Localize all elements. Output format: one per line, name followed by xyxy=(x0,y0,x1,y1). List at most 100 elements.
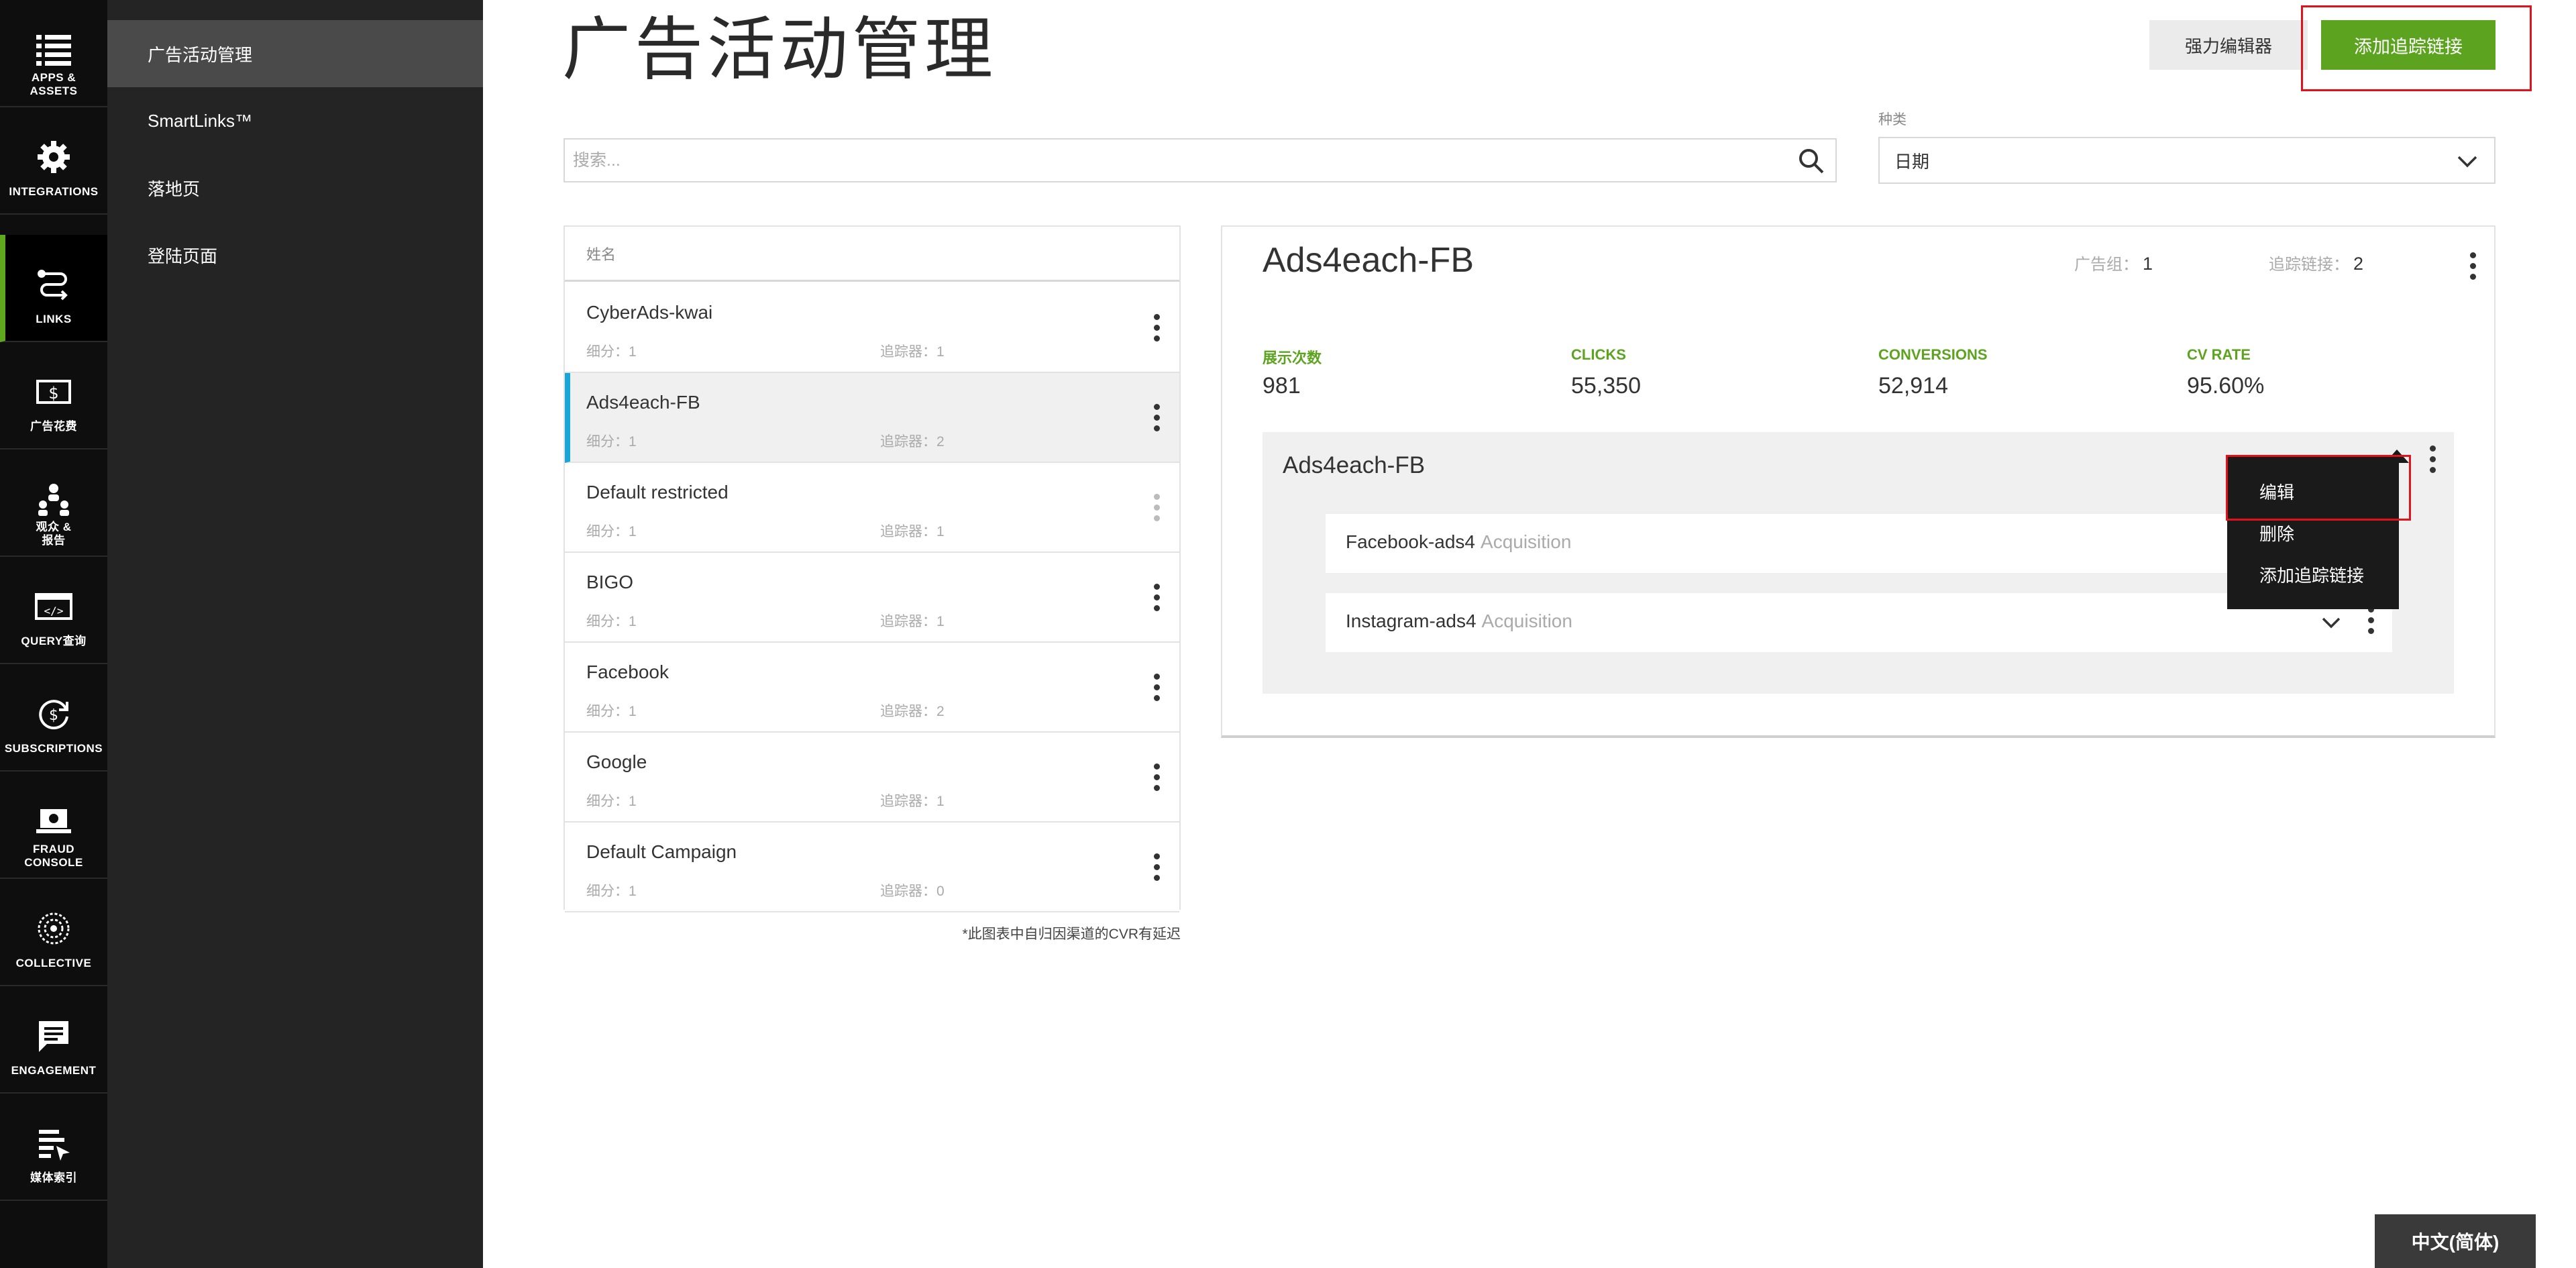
nav-label: 广告花费 xyxy=(30,420,77,433)
menu-item-edit[interactable]: 编辑 xyxy=(2259,479,2294,504)
campaign-name: Default Campaign xyxy=(586,841,737,862)
nav-query[interactable]: </> QUERY查询 xyxy=(0,557,107,664)
segment-count: 细分：1 xyxy=(586,704,637,719)
tracker-count: 追踪器：2 xyxy=(880,704,945,719)
tracker-count: 追踪器：1 xyxy=(880,344,945,360)
segment-count: 细分：1 xyxy=(586,344,637,360)
nav-label: 媒体索引 xyxy=(30,1171,77,1184)
nav-label: INTEGRATIONS xyxy=(9,185,99,198)
campaign-more-icon[interactable] xyxy=(1148,674,1165,707)
campaign-name: Facebook xyxy=(586,662,669,682)
campaign-name: Ads4each-FB xyxy=(586,392,700,413)
nav-fraud-console[interactable]: FRAUD CONSOLE xyxy=(0,772,107,879)
nav-collective[interactable]: COLLECTIVE xyxy=(0,879,107,986)
svg-text:$: $ xyxy=(49,707,58,724)
nav-label: FRAUD CONSOLE xyxy=(24,843,83,869)
tracking-link-tag: Acquisition xyxy=(1481,531,1572,552)
list-header-name: 姓名 xyxy=(565,227,1179,282)
nav-engagement[interactable]: ENGAGEMENT xyxy=(0,986,107,1094)
subnav-item-login-page[interactable]: 登陆页面 xyxy=(107,221,483,288)
detail-more-icon[interactable] xyxy=(2465,252,2481,286)
svg-text:</>: </> xyxy=(44,604,64,617)
campaign-name: BIGO xyxy=(586,572,634,592)
context-menu: 编辑 删除 添加追踪链接 xyxy=(2227,456,2399,609)
stat-value-cv-rate: 95.60% xyxy=(2187,373,2265,399)
campaign-more-icon[interactable] xyxy=(1148,584,1165,617)
stat-label-conversions: CONVERSIONS xyxy=(1878,346,1988,363)
nav-media-index[interactable]: 媒体索引 xyxy=(0,1094,107,1201)
campaign-row[interactable]: Google 细分：1 追踪器：1 xyxy=(565,733,1179,823)
search-icon[interactable] xyxy=(1798,148,1825,174)
collective-icon xyxy=(0,908,107,949)
nav-links[interactable]: LINKS xyxy=(0,235,107,342)
svg-text:$: $ xyxy=(48,384,58,403)
dollar-bill-icon: $ xyxy=(0,372,107,412)
campaign-more-icon[interactable] xyxy=(1148,853,1165,887)
tracking-link-more-icon[interactable] xyxy=(2363,606,2379,640)
power-editor-button[interactable]: 强力编辑器 xyxy=(2149,20,2308,70)
apps-list-icon xyxy=(0,30,107,70)
nav-label: ENGAGEMENT xyxy=(11,1064,97,1077)
language-selector[interactable]: 中文(简体) xyxy=(2375,1214,2536,1268)
menu-item-add-tracking-link[interactable]: 添加追踪链接 xyxy=(2259,562,2364,587)
nav-label: SUBSCRIPTIONS xyxy=(4,742,103,755)
stat-label-impressions: 展示次数 xyxy=(1263,350,1322,366)
campaign-row[interactable]: Default restricted 细分：1 追踪器：1 xyxy=(565,463,1179,553)
nav-label: 观众 & 报告 xyxy=(36,521,72,547)
subnav-item-smartlinks[interactable]: SmartLinks™ xyxy=(107,87,483,154)
segment-count: 细分：1 xyxy=(586,884,637,899)
nav-label: COLLECTIVE xyxy=(15,957,92,969)
campaign-more-icon[interactable] xyxy=(1148,763,1165,797)
audience-icon xyxy=(0,479,107,519)
type-filter-select[interactable]: 日期 xyxy=(1878,137,2496,184)
nav-label: LINKS xyxy=(36,313,72,325)
campaign-row[interactable]: CyberAds-kwai 细分：1 追踪器：1 xyxy=(565,283,1179,373)
links-path-icon xyxy=(0,264,107,305)
nav-ad-spend[interactable]: $ 广告花费 xyxy=(0,342,107,450)
stat-label-clicks: CLICKS xyxy=(1571,346,1626,363)
subnav-item-landing-page[interactable]: 落地页 xyxy=(107,154,483,221)
subnav-item-campaign-management[interactable]: 广告活动管理 xyxy=(107,20,483,87)
fraud-laptop-icon xyxy=(0,801,107,841)
main-nav-rail: APPS & ASSETS INTEGRATIONS LINKS $ 广告花费 … xyxy=(0,0,107,1268)
campaign-name: Default restricted xyxy=(586,482,729,503)
tracking-link-count: 追踪链接： 2 xyxy=(2269,254,2364,274)
nav-audience-reports[interactable]: 观众 & 报告 xyxy=(0,450,107,557)
nav-subscriptions[interactable]: $ SUBSCRIPTIONS xyxy=(0,664,107,772)
cvr-footnote: *此图表中自归因渠道的CVR有延迟 xyxy=(962,927,1181,942)
adgroup-more-icon[interactable] xyxy=(2424,445,2440,479)
dollar-cycle-icon: $ xyxy=(0,694,107,734)
media-index-icon xyxy=(0,1123,107,1163)
campaign-more-icon[interactable] xyxy=(1148,314,1165,348)
campaign-row[interactable]: Facebook 细分：1 追踪器：2 xyxy=(565,643,1179,733)
menu-item-delete[interactable]: 删除 xyxy=(2259,521,2294,545)
campaign-row[interactable]: BIGO 细分：1 追踪器：1 xyxy=(565,553,1179,643)
chat-icon xyxy=(0,1016,107,1056)
campaign-more-icon[interactable] xyxy=(1148,494,1165,527)
tracker-count: 追踪器：2 xyxy=(880,434,945,450)
search-input[interactable] xyxy=(573,140,1780,181)
chevron-down-icon[interactable] xyxy=(2321,615,2341,631)
add-tracking-link-button[interactable]: 添加追踪链接 xyxy=(2321,20,2496,70)
adgroup-count: 广告组： 1 xyxy=(2074,254,2153,274)
stat-value-conversions: 52,914 xyxy=(1878,373,1948,399)
nav-label: QUERY查询 xyxy=(21,635,87,647)
nav-integrations[interactable]: INTEGRATIONS xyxy=(0,107,107,215)
stat-value-impressions: 981 xyxy=(1263,373,1301,399)
chevron-down-icon xyxy=(2457,152,2478,170)
campaign-name: Google xyxy=(586,751,647,772)
campaign-more-icon[interactable] xyxy=(1148,404,1165,437)
page-title: 广告活动管理 xyxy=(562,11,997,88)
gear-icon xyxy=(0,137,107,177)
nav-apps-assets[interactable]: APPS & ASSETS xyxy=(0,0,107,107)
stat-value-clicks: 55,350 xyxy=(1571,373,1641,399)
tracking-link-tag: Acquisition xyxy=(1481,611,1572,631)
campaign-row[interactable]: Default Campaign 细分：1 追踪器：0 xyxy=(565,823,1179,912)
stat-label-cv-rate: CV RATE xyxy=(2187,346,2251,363)
secondary-nav: 广告活动管理 SmartLinks™ 落地页 登陆页面 xyxy=(107,0,483,1268)
detail-title: Ads4each-FB xyxy=(1263,241,1474,280)
segment-count: 细分：1 xyxy=(586,434,637,450)
segment-count: 细分：1 xyxy=(586,524,637,539)
segment-count: 细分：1 xyxy=(586,614,637,629)
campaign-row[interactable]: Ads4each-FB 细分：1 追踪器：2 xyxy=(565,373,1179,463)
